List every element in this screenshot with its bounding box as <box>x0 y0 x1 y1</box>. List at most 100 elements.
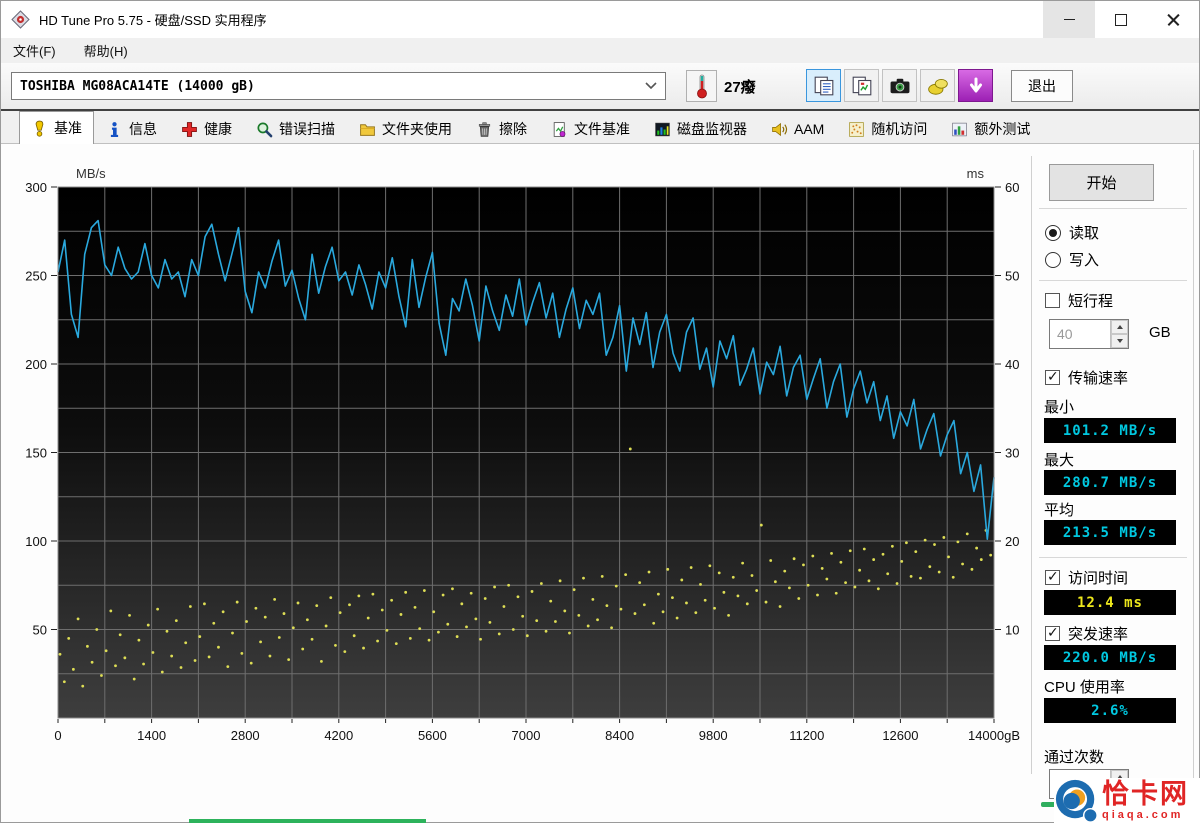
tab-random-access[interactable]: 随机访问 <box>836 114 939 143</box>
read-radio-label: 读取 <box>1069 222 1099 243</box>
tab-health[interactable]: 健康 <box>169 114 244 143</box>
svg-text:50: 50 <box>33 623 47 638</box>
window-controls <box>1043 1 1199 38</box>
svg-text:1400: 1400 <box>137 728 166 743</box>
max-value: 280.7 MB/s <box>1044 470 1176 495</box>
svg-text:50: 50 <box>1005 269 1019 284</box>
menu-bar: 文件(F) 帮助(H) <box>1 38 1199 63</box>
checkbox-checked-icon <box>1045 370 1060 385</box>
tab-label: 文件基准 <box>574 119 630 139</box>
copy-image-icon <box>851 75 873 97</box>
transfer-rate-checkbox[interactable]: 传输速率 <box>1045 367 1128 388</box>
tab-erase[interactable]: 擦除 <box>464 114 539 143</box>
radio-selected-icon <box>1045 225 1061 241</box>
tab-aam[interactable]: AAM <box>759 114 836 143</box>
watermark-text: 恰卡网 qiaqa.com <box>1102 781 1189 821</box>
svg-text:250: 250 <box>25 269 47 284</box>
screenshot-button[interactable] <box>882 69 917 102</box>
tab-extra-tests[interactable]: 额外测试 <box>939 114 1042 143</box>
drive-selector[interactable]: TOSHIBA MG08ACA14TE (14000 gB) <box>11 72 666 100</box>
aam-speaker-icon <box>771 121 788 138</box>
cpu-usage-label: CPU 使用率 <box>1044 676 1125 697</box>
tab-disk-monitor[interactable]: 磁盘监视器 <box>642 114 759 143</box>
tab-benchmark[interactable]: 基准 <box>19 111 94 144</box>
close-button[interactable] <box>1147 1 1199 38</box>
divider <box>1039 280 1187 281</box>
close-icon <box>1167 13 1180 26</box>
panel-separator <box>1031 156 1032 774</box>
start-button[interactable]: 开始 <box>1049 164 1154 201</box>
benchmark-panel: 5010015020025030010203040506001400280042… <box>1 144 1199 822</box>
tab-label: 文件夹使用 <box>382 119 452 139</box>
download-button[interactable] <box>958 69 993 102</box>
min-label: 最小 <box>1044 396 1074 417</box>
info-icon <box>106 121 123 138</box>
spin-down-button[interactable] <box>1111 334 1128 348</box>
menu-file[interactable]: 文件(F) <box>13 41 56 60</box>
window-edge-separator <box>1193 150 1194 815</box>
health-icon <box>181 121 198 138</box>
read-radio[interactable]: 读取 <box>1045 222 1099 243</box>
exit-button[interactable]: 退出 <box>1011 70 1073 102</box>
tab-strip: 基准 信息 健康 错误扫描 文件夹 <box>1 111 1199 144</box>
svg-text:10: 10 <box>1005 623 1019 638</box>
pass-count-label: 通过次数 <box>1044 746 1104 767</box>
cpu-usage-value: 2.6% <box>1044 698 1176 723</box>
menu-help[interactable]: 帮助(H) <box>84 41 128 60</box>
svg-text:300: 300 <box>25 180 47 195</box>
short-stroke-size-spinner[interactable]: 40 <box>1049 319 1129 349</box>
copy-text-button[interactable] <box>806 69 841 102</box>
tab-folder-usage[interactable]: 文件夹使用 <box>347 114 464 143</box>
radio-icon <box>1045 252 1061 268</box>
minimize-button[interactable] <box>1043 1 1095 38</box>
access-time-value: 12.4 ms <box>1044 590 1176 615</box>
svg-text:200: 200 <box>25 357 47 372</box>
hands-button[interactable] <box>920 69 955 102</box>
svg-text:8400: 8400 <box>605 728 634 743</box>
spin-up-button[interactable] <box>1111 320 1128 334</box>
erase-icon <box>476 121 493 138</box>
min-value: 101.2 MB/s <box>1044 418 1176 443</box>
write-radio[interactable]: 写入 <box>1045 249 1099 270</box>
tab-label: 随机访问 <box>871 119 927 139</box>
access-time-checkbox[interactable]: 访问时间 <box>1045 567 1128 588</box>
svg-text:ms: ms <box>967 166 985 181</box>
temperature-button[interactable] <box>686 70 717 102</box>
qiaqa-watermark: 恰卡网 qiaqa.com <box>1054 778 1200 824</box>
minimize-icon <box>1064 19 1075 20</box>
title-bar: HD Tune Pro 5.75 - 硬盘/SSD 实用程序 <box>1 1 1199 38</box>
spinner-buttons <box>1110 320 1128 348</box>
tab-file-benchmark[interactable]: 文件基准 <box>539 114 642 143</box>
benchmark-chart: 5010015020025030010203040506001400280042… <box>1 156 1031 781</box>
write-radio-label: 写入 <box>1069 249 1099 270</box>
tab-info[interactable]: 信息 <box>94 114 169 143</box>
tab-label: 额外测试 <box>974 119 1030 139</box>
svg-text:MB/s: MB/s <box>76 166 106 181</box>
tab-label: 健康 <box>204 119 232 139</box>
tab-label: 信息 <box>129 119 157 139</box>
transfer-rate-label: 传输速率 <box>1068 367 1128 388</box>
copy-image-button[interactable] <box>844 69 879 102</box>
checkbox-checked-icon <box>1045 626 1060 641</box>
svg-text:14000gB: 14000gB <box>968 728 1020 743</box>
maximize-button[interactable] <box>1095 1 1147 38</box>
hand-icon <box>927 75 949 97</box>
svg-text:60: 60 <box>1005 180 1019 195</box>
disk-monitor-icon <box>654 121 671 138</box>
thermometer-icon <box>695 73 709 99</box>
chevron-down-icon <box>645 82 657 90</box>
svg-text:2800: 2800 <box>231 728 260 743</box>
svg-text:11200: 11200 <box>789 728 824 743</box>
svg-text:0: 0 <box>54 728 61 743</box>
svg-text:7000: 7000 <box>512 728 541 743</box>
status-progress-bar <box>189 819 426 823</box>
short-stroke-checkbox[interactable]: 短行程 <box>1045 290 1113 311</box>
burst-rate-checkbox[interactable]: 突发速率 <box>1045 623 1128 644</box>
tab-label: AAM <box>794 121 824 137</box>
extra-tests-icon <box>951 121 968 138</box>
svg-text:100: 100 <box>25 534 47 549</box>
checkbox-icon <box>1045 293 1060 308</box>
tab-error-scan[interactable]: 错误扫描 <box>244 114 347 143</box>
gb-unit-label: GB <box>1149 324 1171 341</box>
watermark-name: 恰卡网 <box>1102 781 1189 808</box>
